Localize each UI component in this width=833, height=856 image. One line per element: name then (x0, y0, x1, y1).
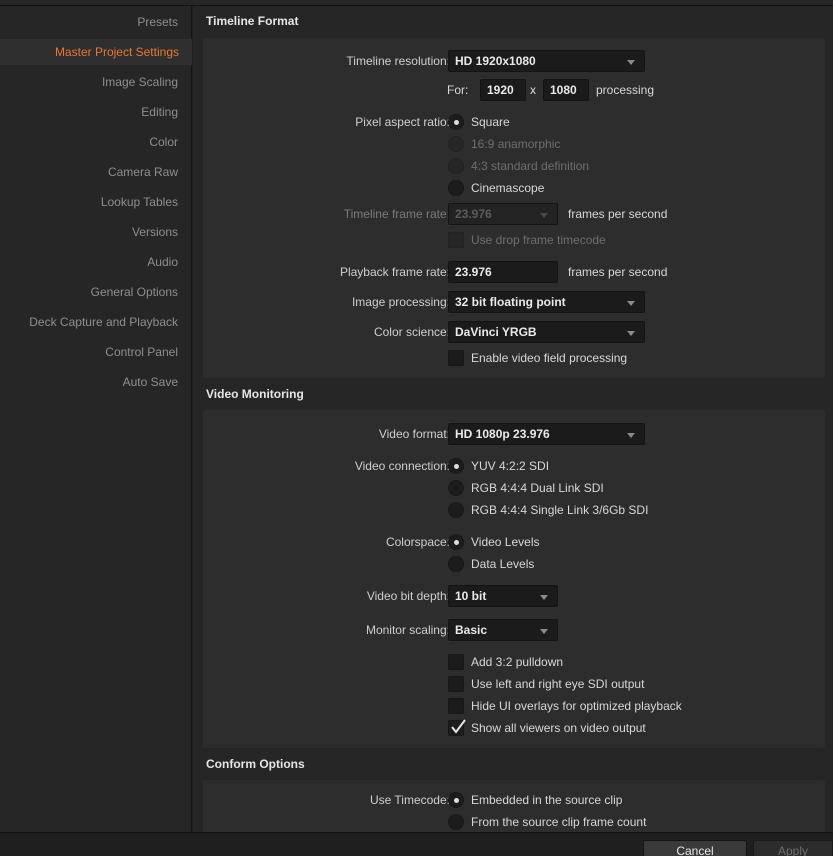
colorspace-video-levels-label: Video Levels (471, 535, 540, 549)
show-all-viewers-checkbox[interactable] (448, 719, 466, 736)
timeline-resolution-label: Timeline resolution: (346, 54, 450, 68)
field-processing-checkbox[interactable] (448, 350, 464, 366)
apply-button[interactable]: Apply (753, 840, 833, 856)
par-cinemascope-label: Cinemascope (471, 181, 545, 195)
drop-frame-checkbox[interactable] (448, 232, 464, 248)
video-format-label: Video format: (378, 427, 450, 441)
par-square-label: Square (471, 115, 510, 129)
sidebar-item-color[interactable]: Color (0, 129, 178, 155)
section-title-video-monitoring: Video Monitoring (206, 387, 304, 401)
colorspace-data-levels-label: Data Levels (471, 557, 535, 571)
connection-yuv-radio[interactable] (448, 458, 464, 474)
drop-frame-label: Use drop frame timecode (471, 233, 606, 247)
connection-single-link-label: RGB 4:4:4 Single Link 3/6Gb SDI (471, 503, 649, 517)
video-monitoring-panel: Video format: HD 1080p 23.976 Video conn… (203, 410, 825, 748)
timeline-frame-rate-dropdown[interactable]: 23.976 (448, 203, 558, 225)
video-connection-label: Video connection: (354, 459, 450, 473)
image-processing-dropdown[interactable]: 32 bit floating point (448, 291, 645, 313)
playback-fps-unit: frames per second (568, 265, 668, 279)
conform-options-panel: Use Timecode: Embedded in the source cli… (203, 780, 825, 832)
processing-label: processing (596, 83, 655, 97)
timecode-embedded-radio[interactable] (448, 792, 464, 808)
resolution-width-field[interactable]: 1920 (480, 79, 526, 101)
colorspace-label: Colorspace: (385, 535, 450, 549)
hide-overlays-label: Hide UI overlays for optimized playback (471, 699, 682, 713)
pulldown-checkbox[interactable] (448, 654, 464, 670)
timecode-embedded-label: Embedded in the source clip (471, 793, 623, 807)
timecode-frame-count-radio[interactable] (448, 814, 464, 830)
video-bit-depth-value: 10 bit (455, 589, 487, 603)
timeline-frame-rate-value: 23.976 (455, 207, 492, 221)
connection-dual-link-label: RGB 4:4:4 Dual Link SDI (471, 481, 604, 495)
sidebar-item-control-panel[interactable]: Control Panel (0, 339, 178, 365)
sidebar-item-versions[interactable]: Versions (0, 219, 178, 245)
video-format-value: HD 1080p 23.976 (455, 427, 550, 441)
timecode-frame-count-label: From the source clip frame count (471, 815, 647, 829)
settings-sidebar: Presets Master Project Settings Image Sc… (0, 6, 192, 832)
par-sd-radio[interactable] (448, 158, 464, 174)
video-bit-depth-dropdown[interactable]: 10 bit (448, 585, 558, 607)
chevron-down-icon (627, 60, 635, 65)
sidebar-item-editing[interactable]: Editing (0, 99, 178, 125)
monitor-scaling-dropdown[interactable]: Basic (448, 619, 558, 641)
image-processing-label: Image processing: (351, 295, 450, 309)
chevron-down-icon (627, 331, 635, 336)
par-anamorphic-radio[interactable] (448, 136, 464, 152)
timeline-resolution-dropdown[interactable]: HD 1920x1080 (448, 50, 645, 72)
chevron-down-icon (627, 301, 635, 306)
section-title-timeline-format: Timeline Format (206, 14, 299, 28)
par-square-radio[interactable] (448, 114, 464, 130)
chevron-down-icon (540, 629, 548, 634)
timeline-frame-rate-label: Timeline frame rate: (343, 207, 450, 221)
par-sd-label: 4:3 standard definition (471, 159, 590, 173)
video-format-dropdown[interactable]: HD 1080p 23.976 (448, 423, 645, 445)
timeline-format-panel: Timeline resolution: HD 1920x1080 For: 1… (203, 38, 825, 378)
checkmark-icon (451, 719, 466, 734)
stereo-sdi-checkbox[interactable] (448, 676, 464, 692)
show-all-viewers-label: Show all viewers on video output (471, 721, 646, 735)
sidebar-item-lookup-tables[interactable]: Lookup Tables (0, 189, 178, 215)
chevron-down-icon (627, 433, 635, 438)
monitor-scaling-value: Basic (455, 623, 488, 637)
chevron-down-icon (540, 595, 548, 600)
sidebar-item-general-options[interactable]: General Options (0, 279, 178, 305)
chevron-down-icon (540, 213, 548, 218)
resolution-x-label: x (530, 83, 536, 97)
timeline-fps-unit: frames per second (568, 207, 668, 221)
sidebar-item-audio[interactable]: Audio (0, 249, 178, 275)
monitor-scaling-label: Monitor scaling: (365, 623, 450, 637)
resolution-height-field[interactable]: 1080 (543, 79, 589, 101)
par-anamorphic-label: 16:9 anamorphic (471, 137, 561, 151)
hide-overlays-checkbox[interactable] (448, 698, 464, 714)
sidebar-item-deck-capture[interactable]: Deck Capture and Playback (0, 309, 178, 335)
section-title-conform-options: Conform Options (206, 757, 305, 771)
sidebar-item-auto-save[interactable]: Auto Save (0, 369, 178, 395)
settings-main: Timeline Format Timeline resolution: HD … (193, 6, 833, 832)
playback-frame-rate-label: Playback frame rate: (339, 265, 450, 279)
timeline-resolution-value: HD 1920x1080 (455, 54, 536, 68)
color-science-label: Color science: (373, 325, 450, 339)
for-label: For: (447, 83, 469, 97)
connection-single-link-radio[interactable] (448, 502, 464, 518)
playback-frame-rate-field[interactable]: 23.976 (448, 261, 558, 283)
pixel-aspect-ratio-label: Pixel aspect ratio: (355, 115, 450, 129)
sidebar-item-image-scaling[interactable]: Image Scaling (0, 69, 178, 95)
sidebar-item-presets[interactable]: Presets (0, 9, 178, 35)
cancel-button[interactable]: Cancel (643, 840, 747, 856)
connection-yuv-label: YUV 4:2:2 SDI (471, 459, 550, 473)
colorspace-video-levels-radio[interactable] (448, 534, 464, 550)
field-processing-label: Enable video field processing (471, 351, 628, 365)
color-science-dropdown[interactable]: DaVinci YRGB (448, 321, 645, 343)
sidebar-item-camera-raw[interactable]: Camera Raw (0, 159, 178, 185)
color-science-value: DaVinci YRGB (455, 325, 537, 339)
pulldown-label: Add 3:2 pulldown (471, 655, 564, 669)
stereo-sdi-label: Use left and right eye SDI output (471, 677, 645, 691)
connection-dual-link-radio[interactable] (448, 480, 464, 496)
sidebar-item-master-project-settings[interactable]: Master Project Settings (0, 39, 192, 65)
use-timecode-label: Use Timecode: (369, 793, 450, 807)
colorspace-data-levels-radio[interactable] (448, 556, 464, 572)
image-processing-value: 32 bit floating point (455, 295, 566, 309)
par-cinemascope-radio[interactable] (448, 180, 464, 196)
video-bit-depth-label: Video bit depth: (366, 589, 450, 603)
